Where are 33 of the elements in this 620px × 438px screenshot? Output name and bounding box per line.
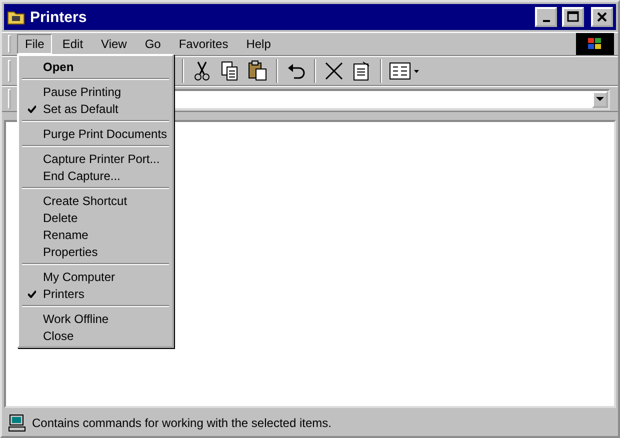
computer-icon [8,414,26,432]
menu-option[interactable]: Set as Default [21,100,170,117]
dropdown-button[interactable] [592,90,608,108]
menu-option[interactable]: Pause Printing [21,83,170,100]
menu-option[interactable]: Delete [21,209,170,226]
menu-option[interactable]: Rename [21,226,170,243]
minimize-icon [542,20,550,22]
close-icon [596,11,608,23]
menu-option[interactable]: Capture Printer Port... [21,150,170,167]
menu-option[interactable]: Properties [21,243,170,260]
printer-folder-icon [7,9,25,25]
menu-option[interactable]: Purge Print Documents [21,125,170,142]
maximize-button[interactable] [562,7,584,27]
menu-item[interactable]: Help [238,34,279,54]
menu-item[interactable]: File [17,34,52,54]
maximize-icon [567,11,579,23]
menu-item[interactable]: Favorites [170,34,236,54]
minimize-button[interactable] [535,7,557,27]
menu-option[interactable]: Close [21,327,170,344]
menu-option[interactable]: Printers [21,285,170,302]
menu-option[interactable]: Open [21,58,170,75]
menu-option[interactable]: My Computer [21,268,170,285]
menu-item[interactable]: Go [136,34,169,54]
caret-icon [596,96,604,102]
menu-item[interactable]: Edit [54,34,92,54]
menu-option[interactable]: End Capture... [21,167,170,184]
menu-option[interactable]: Work Offline [21,310,170,327]
close-button[interactable] [591,7,613,27]
window-title: Printers [30,8,88,26]
status-text: Contains commands for working with the selected items. [32,416,332,430]
windows-logo [576,33,614,55]
menu-option[interactable]: Create Shortcut [21,192,170,209]
menu-item[interactable]: View [93,34,135,54]
